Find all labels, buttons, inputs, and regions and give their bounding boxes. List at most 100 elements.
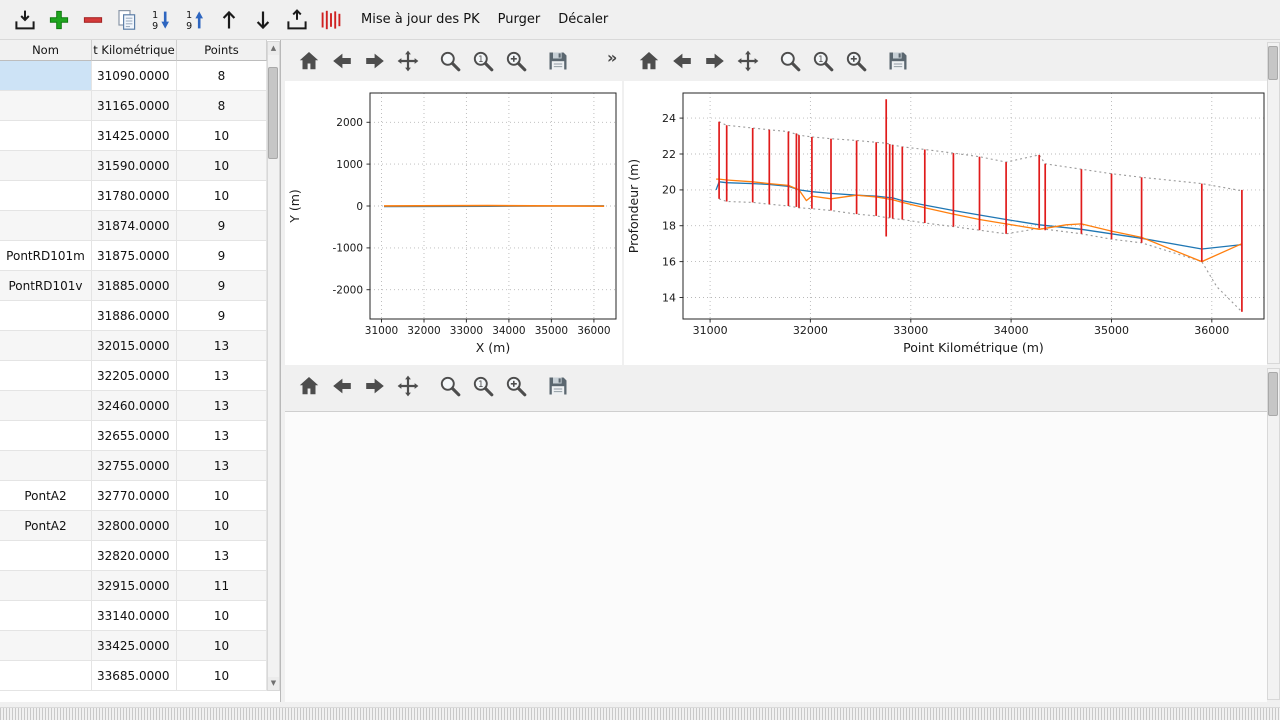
move-up-button[interactable] — [216, 7, 242, 33]
cell-pk[interactable]: 33140.0000 — [92, 601, 177, 631]
forward-button[interactable] — [361, 372, 389, 400]
table-row[interactable]: 32460.000013 — [0, 391, 267, 421]
cell-pk[interactable]: 31165.0000 — [92, 91, 177, 121]
pan-button[interactable] — [394, 372, 422, 400]
cell-points[interactable]: 13 — [177, 391, 267, 421]
table-row[interactable]: 31886.00009 — [0, 301, 267, 331]
cell-pk[interactable]: 33425.0000 — [92, 631, 177, 661]
cell-points[interactable]: 8 — [177, 61, 267, 91]
table-row[interactable]: 31874.00009 — [0, 211, 267, 241]
zoom-rect-button[interactable] — [502, 372, 530, 400]
back-button[interactable] — [328, 372, 356, 400]
table-row[interactable]: 32915.000011 — [0, 571, 267, 601]
plan-view-chart[interactable]: 310003200033000340003500036000-2000-1000… — [285, 81, 622, 365]
cell-nom[interactable] — [0, 421, 92, 451]
home-button[interactable] — [295, 372, 323, 400]
pan-button[interactable] — [734, 47, 762, 75]
action-mise-a-jour-pk-button[interactable]: Mise à jour des PK — [354, 7, 487, 32]
zoom-rect-button[interactable] — [502, 47, 530, 75]
cell-points[interactable]: 8 — [177, 91, 267, 121]
cell-nom[interactable]: PontA2 — [0, 511, 92, 541]
scrollbar-track[interactable] — [1268, 369, 1279, 699]
bottom-scrollbar[interactable] — [1267, 368, 1280, 700]
table-row[interactable]: 31780.000010 — [0, 181, 267, 211]
cell-pk[interactable]: 32820.0000 — [92, 541, 177, 571]
cell-nom[interactable] — [0, 391, 92, 421]
column-header-nom[interactable]: Nom — [0, 40, 92, 61]
table-row[interactable]: 32820.000013 — [0, 541, 267, 571]
table-row[interactable]: PontRD101v31885.00009 — [0, 271, 267, 301]
sections-button[interactable] — [318, 7, 344, 33]
cell-nom[interactable] — [0, 91, 92, 121]
table-row[interactable]: 32015.000013 — [0, 331, 267, 361]
cell-pk[interactable]: 32015.0000 — [92, 331, 177, 361]
remove-button[interactable] — [80, 7, 106, 33]
table-row[interactable]: 32205.000013 — [0, 361, 267, 391]
table-row[interactable]: 33685.000010 — [0, 661, 267, 691]
save-button[interactable] — [544, 372, 572, 400]
home-button[interactable] — [635, 47, 663, 75]
action-decaler-button[interactable]: Décaler — [551, 7, 615, 32]
sort-descending-button[interactable]: 19 — [148, 7, 174, 33]
zoom-button[interactable] — [436, 372, 464, 400]
table-row[interactable]: 33425.000010 — [0, 631, 267, 661]
table-row[interactable]: PontA232800.000010 — [0, 511, 267, 541]
cell-points[interactable]: 13 — [177, 451, 267, 481]
table-row[interactable]: 32755.000013 — [0, 451, 267, 481]
scrollbar-track[interactable] — [268, 55, 279, 677]
forward-button[interactable] — [361, 47, 389, 75]
cell-nom[interactable] — [0, 121, 92, 151]
sort-ascending-button[interactable]: 19 — [182, 7, 208, 33]
cell-nom[interactable]: PontA2 — [0, 481, 92, 511]
table-row[interactable]: 32655.000013 — [0, 421, 267, 451]
cell-nom[interactable] — [0, 331, 92, 361]
zoom-one-button[interactable]: 1 — [469, 372, 497, 400]
cell-pk[interactable]: 31885.0000 — [92, 271, 177, 301]
cell-pk[interactable]: 31090.0000 — [92, 61, 177, 91]
zoom-one-button[interactable]: 1 — [469, 47, 497, 75]
cell-points[interactable]: 9 — [177, 301, 267, 331]
cell-points[interactable]: 10 — [177, 481, 267, 511]
scroll-down-icon[interactable]: ▼ — [268, 677, 279, 690]
import-button[interactable] — [12, 7, 38, 33]
cell-nom[interactable] — [0, 151, 92, 181]
pan-button[interactable] — [394, 47, 422, 75]
copy-button[interactable] — [114, 7, 140, 33]
zoom-one-button[interactable]: 1 — [809, 47, 837, 75]
toolbar-overflow-button[interactable]: » — [607, 48, 617, 67]
cell-nom[interactable] — [0, 541, 92, 571]
cell-points[interactable]: 10 — [177, 661, 267, 691]
cell-points[interactable]: 13 — [177, 421, 267, 451]
cell-points[interactable]: 13 — [177, 361, 267, 391]
scrollbar-track[interactable] — [1268, 43, 1279, 363]
cell-points[interactable]: 9 — [177, 241, 267, 271]
cell-points[interactable]: 10 — [177, 151, 267, 181]
scroll-up-icon[interactable]: ▲ — [268, 42, 279, 55]
cell-pk[interactable]: 32755.0000 — [92, 451, 177, 481]
table-row[interactable]: PontRD101m31875.00009 — [0, 241, 267, 271]
cell-points[interactable]: 10 — [177, 511, 267, 541]
profile-chart[interactable]: 3100032000330003400035000360001416182022… — [624, 81, 1267, 365]
cell-nom[interactable] — [0, 301, 92, 331]
cell-nom[interactable] — [0, 571, 92, 601]
cell-pk[interactable]: 32770.0000 — [92, 481, 177, 511]
move-down-button[interactable] — [250, 7, 276, 33]
cell-points[interactable]: 9 — [177, 271, 267, 301]
scrollbar-thumb[interactable] — [1268, 372, 1278, 416]
cell-pk[interactable]: 33685.0000 — [92, 661, 177, 691]
scrollbar-thumb[interactable] — [1268, 46, 1278, 80]
table-row[interactable]: 31425.000010 — [0, 121, 267, 151]
cell-nom[interactable]: PontRD101v — [0, 271, 92, 301]
cell-nom[interactable] — [0, 661, 92, 691]
cell-pk[interactable]: 31590.0000 — [92, 151, 177, 181]
cell-nom[interactable] — [0, 451, 92, 481]
column-header-pk[interactable]: t Kilométrique — [92, 40, 177, 61]
cell-nom[interactable] — [0, 361, 92, 391]
column-header-points[interactable]: Points — [177, 40, 267, 61]
table-row[interactable]: 31590.000010 — [0, 151, 267, 181]
home-button[interactable] — [295, 47, 323, 75]
cell-nom[interactable] — [0, 631, 92, 661]
cell-pk[interactable]: 32915.0000 — [92, 571, 177, 601]
cell-points[interactable]: 13 — [177, 331, 267, 361]
cell-points[interactable]: 10 — [177, 121, 267, 151]
